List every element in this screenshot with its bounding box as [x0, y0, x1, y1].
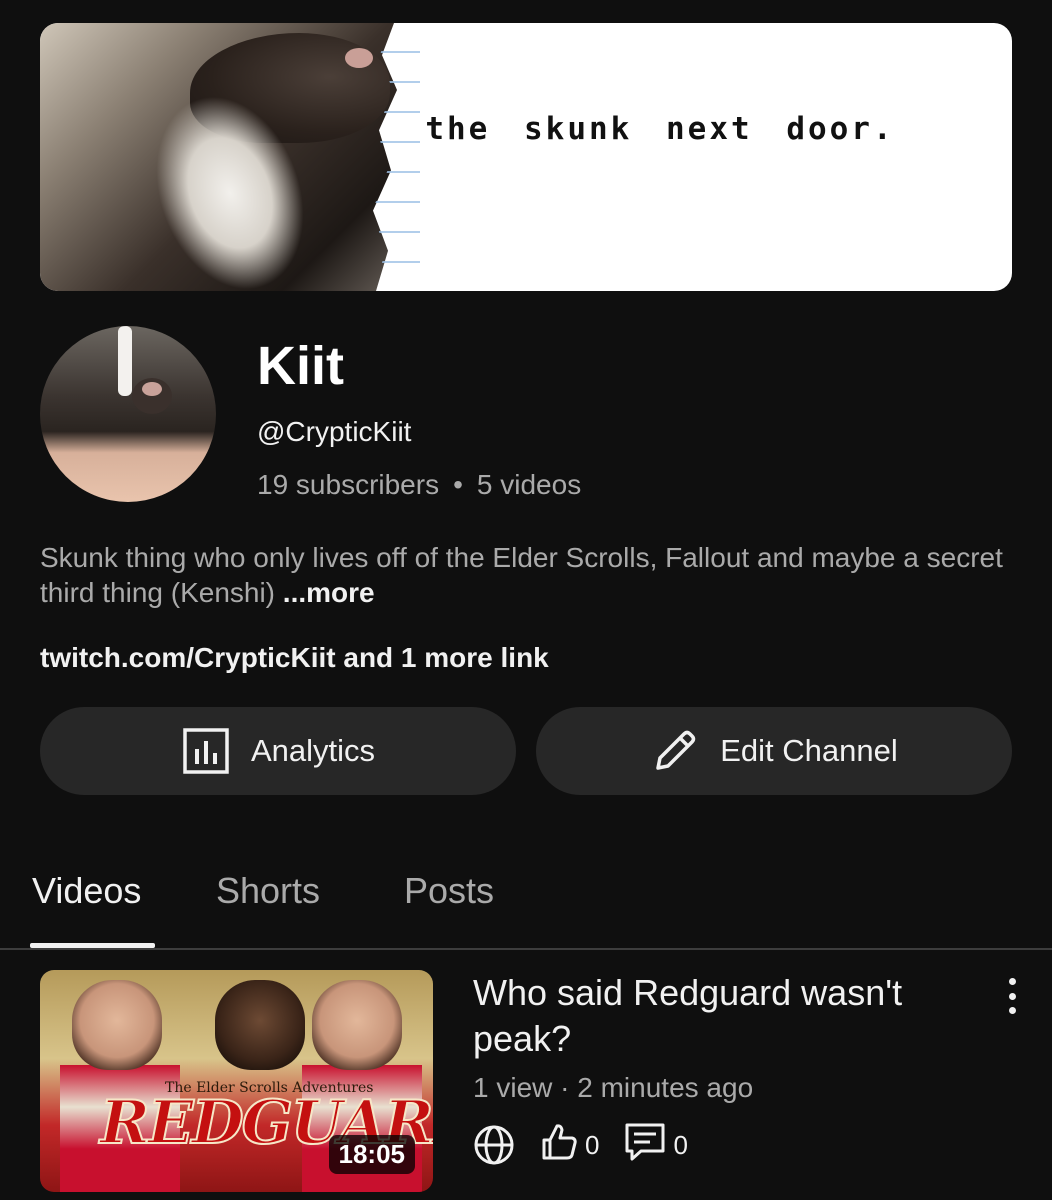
tab-videos[interactable]: Videos: [32, 870, 141, 912]
edit-channel-button[interactable]: Edit Channel: [536, 707, 1012, 795]
banner-text: the skunk next door.: [425, 111, 895, 147]
subscriber-count: 19 subscribers: [257, 469, 440, 500]
active-tab-indicator: [30, 943, 155, 948]
comment-icon: [623, 1121, 667, 1170]
video-title[interactable]: Who said Redguard wasn't peak?: [473, 970, 973, 1062]
banner-skunk-photo: [40, 23, 410, 291]
channel-handle: @CrypticKiit: [257, 416, 412, 447]
video-actions: 0 0: [473, 1123, 688, 1167]
avatar[interactable]: [40, 326, 216, 502]
globe-icon: [473, 1124, 515, 1166]
tab-shorts[interactable]: Shorts: [216, 870, 320, 912]
analytics-label: Analytics: [250, 733, 376, 768]
channel-page: the skunk next door. Kiit @CrypticKiit 1…: [0, 0, 1052, 1200]
channel-stats: 19 subscribers • 5 videos: [257, 469, 581, 501]
more-link[interactable]: ...more: [283, 577, 375, 608]
video-thumbnail[interactable]: The Elder Scrolls Adventures REDGUARD 18…: [40, 970, 433, 1192]
description-text: Skunk thing who only lives off of the El…: [40, 542, 1003, 608]
pencil-icon: [650, 726, 700, 776]
comments[interactable]: 0: [623, 1121, 688, 1170]
channel-tabs: Videos Shorts Posts: [0, 860, 1052, 950]
likes[interactable]: 0: [539, 1122, 599, 1169]
video-count: 5 videos: [476, 469, 582, 500]
channel-name: Kiit: [257, 336, 344, 396]
video-meta: 1 view · 2 minutes ago: [473, 1072, 754, 1103]
channel-banner: the skunk next door.: [40, 23, 1012, 291]
edit-channel-label: Edit Channel: [720, 733, 898, 768]
thumbs-up-icon: [539, 1122, 579, 1169]
stats-separator: •: [453, 469, 463, 500]
channel-links[interactable]: twitch.com/CrypticKiit and 1 more link: [40, 642, 549, 674]
comment-count: 0: [673, 1129, 688, 1160]
video-duration: 18:05: [328, 1135, 415, 1174]
tab-posts[interactable]: Posts: [404, 870, 494, 912]
analytics-icon: [181, 726, 231, 776]
like-count: 0: [585, 1129, 600, 1160]
more-options-icon[interactable]: [1000, 978, 1024, 1014]
analytics-button[interactable]: Analytics: [40, 707, 516, 795]
channel-description[interactable]: Skunk thing who only lives off of the El…: [40, 540, 1020, 610]
